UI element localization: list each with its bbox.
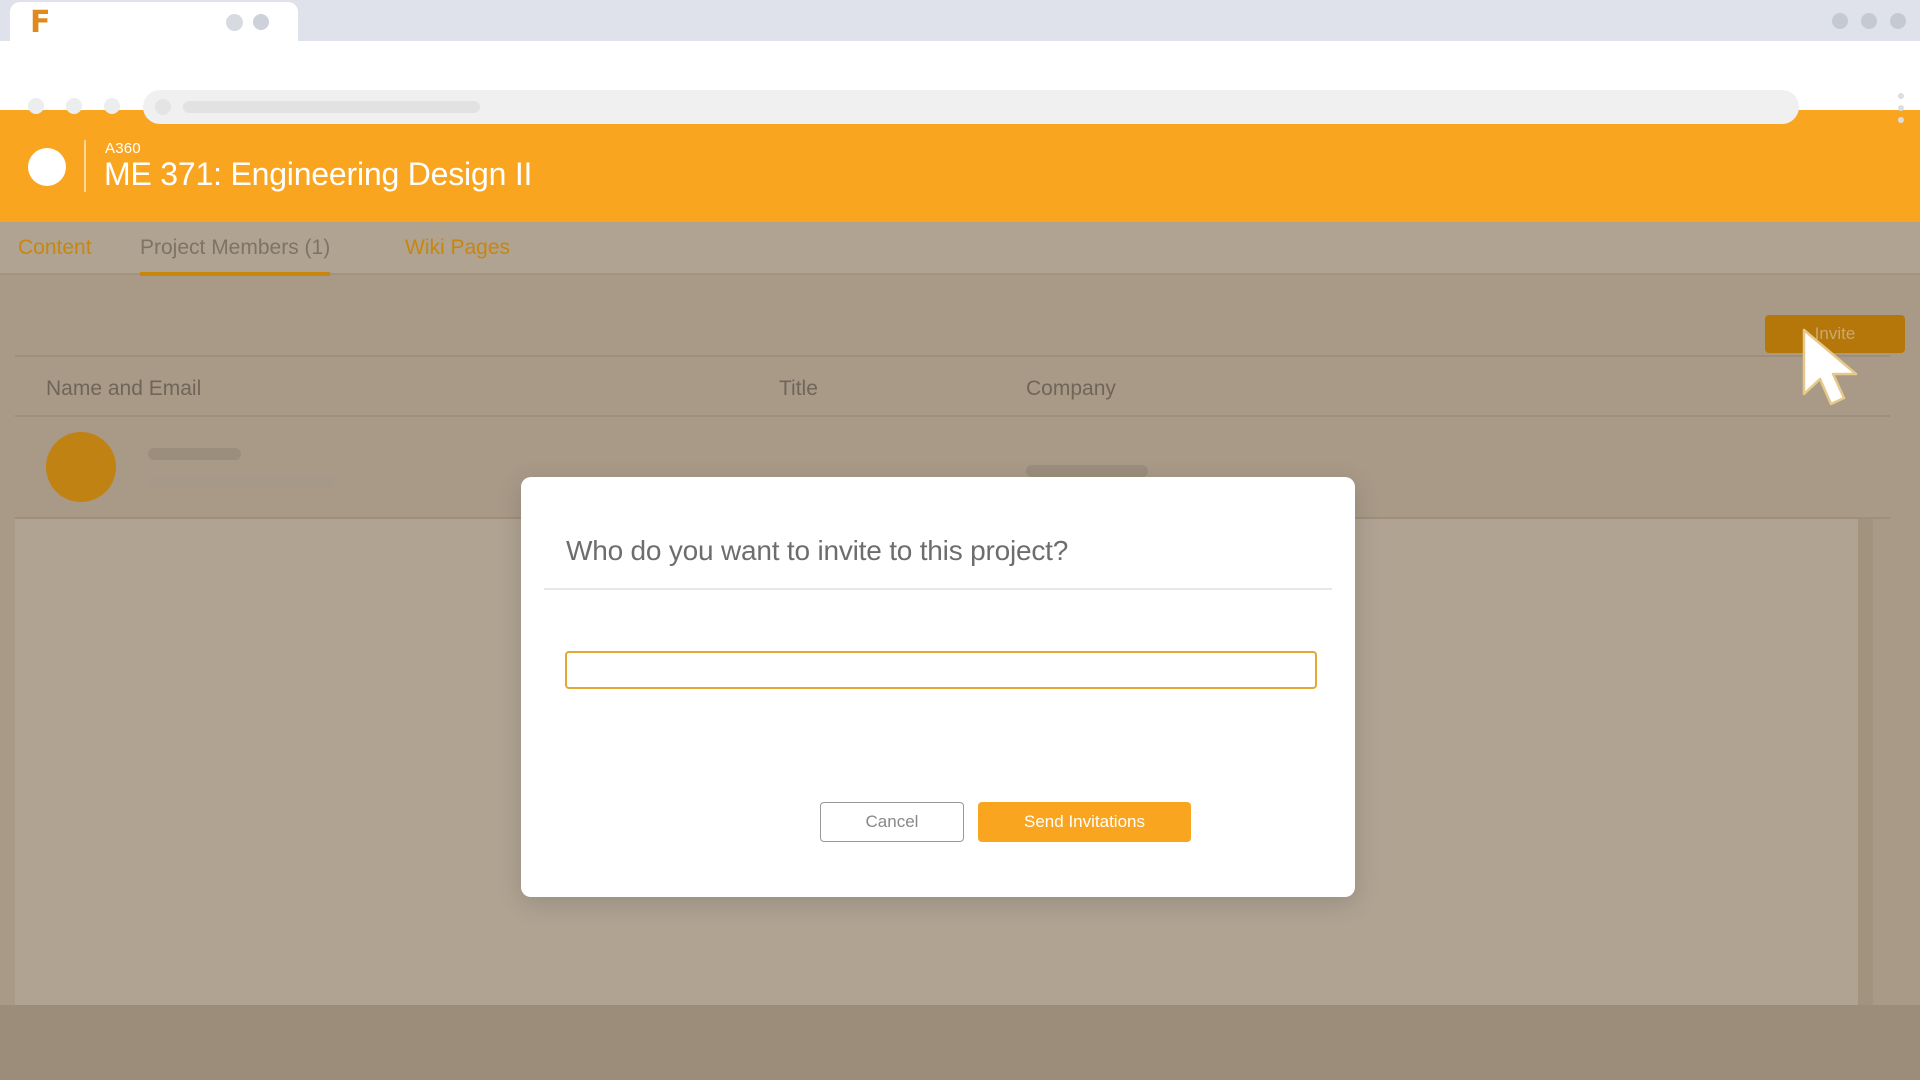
app-root: F A360 ME 371: Engineering Design II Con…	[0, 0, 1920, 1080]
send-invitations-button[interactable]: Send Invitations	[978, 802, 1191, 842]
member-avatar-icon	[46, 432, 116, 502]
cancel-button[interactable]: Cancel	[820, 802, 964, 842]
members-table-header: Name and Email Title Company	[15, 355, 1890, 417]
header-divider	[84, 140, 86, 192]
vertical-scrollbar[interactable]	[1858, 519, 1873, 1080]
invite-button[interactable]: Invite	[1765, 315, 1905, 353]
member-company-placeholder	[1026, 465, 1148, 477]
site-info-icon[interactable]	[155, 99, 171, 115]
kebab-dot-1	[1898, 93, 1904, 99]
browser-tabstrip: F	[0, 0, 1920, 41]
new-tab-icon[interactable]	[253, 14, 269, 30]
page-footer	[0, 1005, 1920, 1080]
tab-close-icon[interactable]	[226, 14, 243, 31]
invite-email-input[interactable]	[565, 651, 1317, 689]
back-dot-icon[interactable]	[28, 98, 44, 114]
maximize-dot-icon[interactable]	[1861, 13, 1877, 29]
member-name-placeholder	[148, 448, 241, 460]
user-avatar-icon[interactable]	[28, 148, 66, 186]
header-eyebrow: A360	[105, 140, 141, 157]
tab-wiki-pages[interactable]: Wiki Pages	[405, 236, 510, 272]
close-dot-icon[interactable]	[1890, 13, 1906, 29]
invite-modal: Who do you want to invite to this projec…	[521, 477, 1355, 897]
window-controls	[1832, 13, 1906, 29]
kebab-dot-2	[1898, 105, 1904, 111]
browser-chrome: F	[0, 0, 1920, 124]
kebab-dot-3	[1898, 117, 1904, 123]
member-email-placeholder	[148, 476, 335, 488]
tab-project-members[interactable]: Project Members (1)	[140, 236, 331, 276]
column-header-company: Company	[1026, 377, 1116, 400]
minimize-dot-icon[interactable]	[1832, 13, 1848, 29]
fusion-logo-icon: F	[30, 5, 51, 40]
address-bar-text	[183, 101, 480, 113]
kebab-menu-icon[interactable]	[1898, 93, 1904, 123]
modal-title: Who do you want to invite to this projec…	[566, 535, 1069, 566]
forward-dot-icon[interactable]	[66, 98, 82, 114]
modal-divider	[544, 588, 1332, 590]
column-header-title: Title	[779, 377, 818, 400]
browser-nav-buttons	[28, 98, 120, 114]
page-title: ME 371: Engineering Design II	[104, 156, 533, 192]
tab-content[interactable]: Content	[18, 236, 92, 272]
address-bar[interactable]	[143, 90, 1799, 124]
column-header-name-email: Name and Email	[46, 377, 202, 400]
nav-tabbar: Content Project Members (1) Wiki Pages	[0, 222, 1920, 276]
reload-dot-icon[interactable]	[104, 98, 120, 114]
browser-toolbar	[0, 41, 1920, 124]
